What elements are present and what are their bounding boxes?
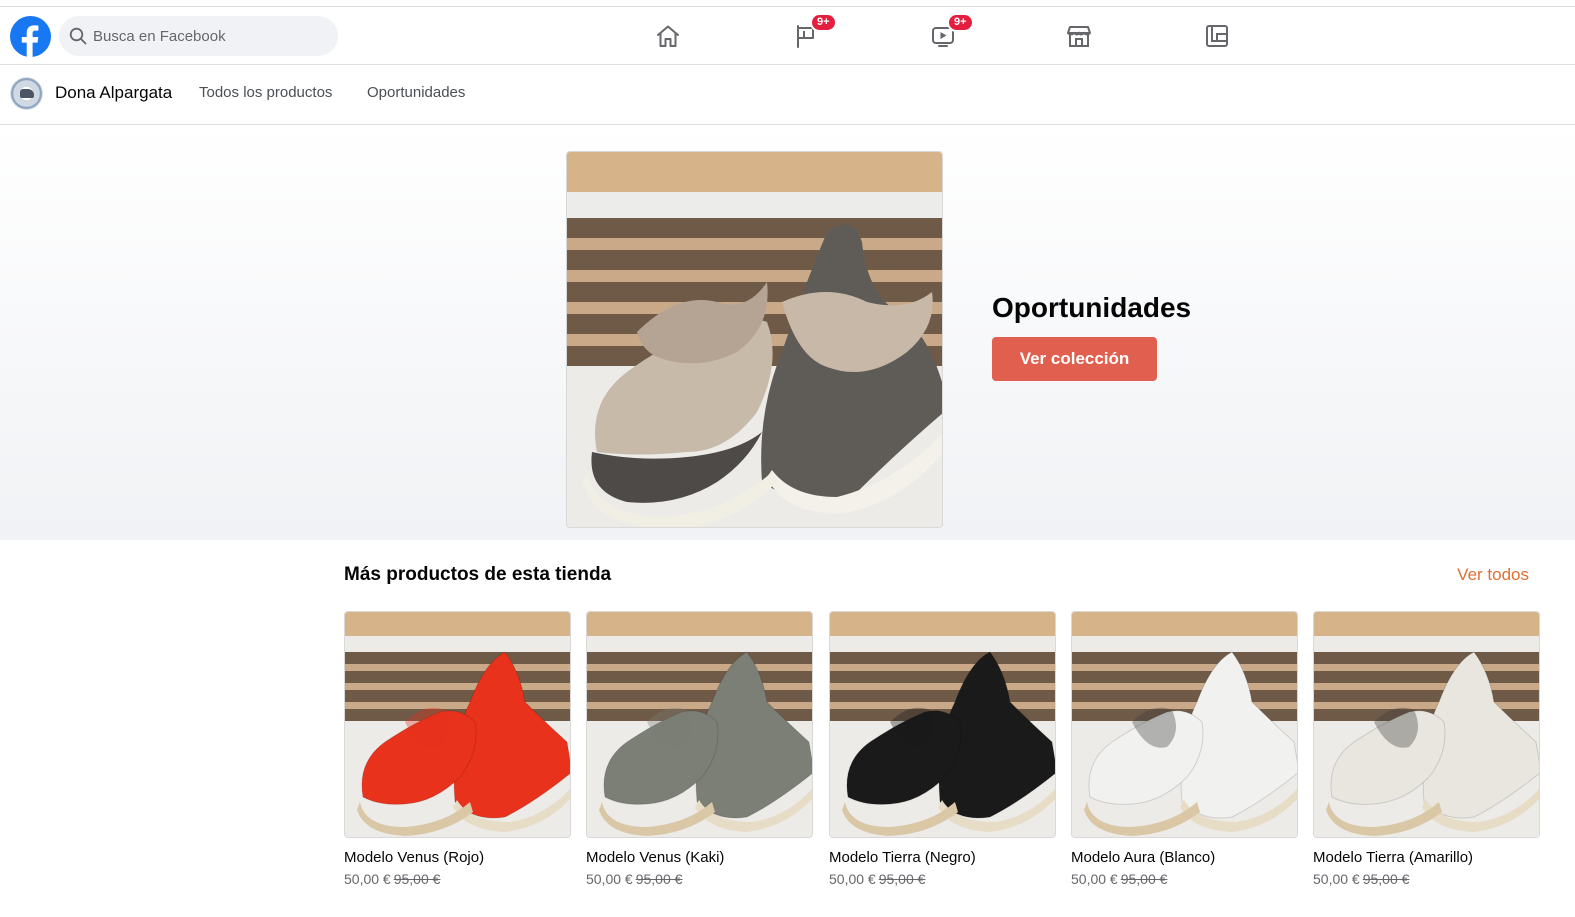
product-price: 50,00 €95,00 € [1071, 871, 1167, 887]
product-price: 50,00 €95,00 € [1313, 871, 1409, 887]
original-price: 95,00 € [1362, 871, 1410, 887]
product-price: 50,00 €95,00 € [586, 871, 682, 887]
product-name[interactable]: Modelo Tierra (Amarillo) [1313, 849, 1473, 866]
shop-avatar[interactable] [10, 77, 43, 110]
section-title: Más productos de esta tienda [344, 564, 612, 585]
marketplace-store-icon [1067, 26, 1091, 47]
original-price: 95,00 € [1120, 871, 1168, 887]
nav-marketplace[interactable] [1061, 18, 1097, 54]
original-price: 95,00 € [635, 871, 683, 887]
shop-link-opportunities[interactable]: Oportunidades [367, 84, 465, 101]
original-price: 95,00 € [878, 871, 926, 887]
product-photo[interactable] [1313, 611, 1540, 838]
product-name[interactable]: Modelo Venus (Kaki) [586, 849, 724, 866]
product-photo[interactable] [344, 611, 571, 838]
featured-collection-banner: Oportunidades Ver colección [0, 126, 1575, 540]
nav-pages[interactable]: 9+ [788, 13, 837, 54]
product-photo[interactable] [1071, 611, 1298, 838]
home-icon [657, 25, 679, 47]
nav-home[interactable] [650, 18, 686, 54]
sale-price: 50,00 € [1071, 871, 1118, 887]
nav-watch[interactable]: 9+ [925, 13, 974, 54]
product-price: 50,00 €95,00 € [829, 871, 925, 887]
product-price: 50,00 €95,00 € [344, 871, 440, 887]
product-card[interactable]: Modelo Tierra (Amarillo) 50,00 €95,00 € [1313, 611, 1540, 901]
original-price: 95,00 € [393, 871, 441, 887]
pages-notification-badge: 9+ [810, 13, 837, 32]
see-all-link[interactable]: Ver todos [1457, 565, 1529, 585]
product-card[interactable]: Modelo Venus (Kaki) 50,00 €95,00 € [586, 611, 813, 901]
sale-price: 50,00 € [586, 871, 633, 887]
product-name[interactable]: Modelo Aura (Blanco) [1071, 849, 1215, 866]
search-input[interactable] [93, 16, 329, 56]
product-photo[interactable] [586, 611, 813, 838]
product-photo[interactable] [829, 611, 1056, 838]
sale-price: 50,00 € [829, 871, 876, 887]
top-navigation-bar: 9+ 9+ [0, 7, 1575, 65]
product-card[interactable]: Modelo Venus (Rojo) 50,00 €95,00 € [344, 611, 571, 901]
product-card[interactable]: Modelo Tierra (Negro) 50,00 €95,00 € [829, 611, 1056, 901]
sale-price: 50,00 € [344, 871, 391, 887]
search-bar[interactable] [59, 16, 338, 56]
watch-notification-badge: 9+ [947, 13, 974, 32]
product-name[interactable]: Modelo Tierra (Negro) [829, 849, 976, 866]
shop-name[interactable]: Dona Alpargata [55, 83, 172, 103]
gaming-icon [1206, 25, 1228, 47]
view-collection-button[interactable]: Ver colección [992, 337, 1157, 381]
featured-collection-photo[interactable] [566, 151, 943, 528]
sale-price: 50,00 € [1313, 871, 1360, 887]
product-card[interactable]: Modelo Aura (Blanco) 50,00 €95,00 € [1071, 611, 1298, 901]
facebook-logo-icon[interactable] [10, 16, 51, 57]
search-icon [69, 27, 87, 45]
product-name[interactable]: Modelo Venus (Rojo) [344, 849, 484, 866]
shop-link-all-products[interactable]: Todos los productos [199, 84, 332, 101]
hero-title: Oportunidades [992, 292, 1192, 323]
nav-gaming[interactable] [1199, 18, 1235, 54]
shop-navigation-bar: Dona Alpargata Todos los productos Oport… [0, 65, 1575, 125]
